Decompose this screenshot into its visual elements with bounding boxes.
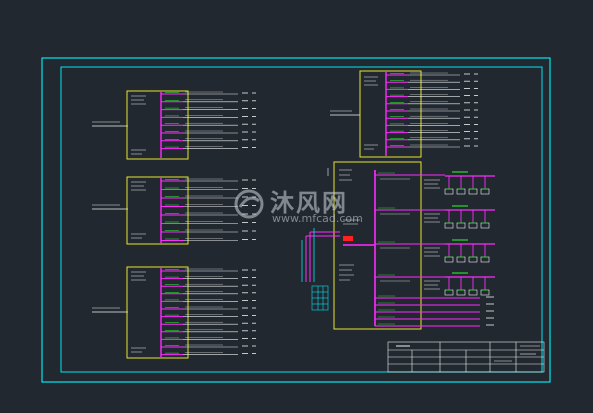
sub-load-box: [480, 188, 490, 195]
sub-load-box: [444, 256, 454, 263]
sub-load-box: [444, 222, 454, 229]
sub-load-box: [480, 256, 490, 263]
watermark: 沐风网 www.mfcad.com: [232, 183, 382, 231]
sub-load-box: [480, 289, 490, 296]
panel-3: [92, 266, 189, 359]
panel-2: [92, 176, 189, 245]
panel-4: [330, 70, 422, 158]
sub-load-box: [456, 256, 466, 263]
watermark-sub: www.mfcad.com: [272, 212, 363, 225]
sub-load-box: [468, 222, 478, 229]
sub-load-box: [456, 289, 466, 296]
sub-load-box: [456, 188, 466, 195]
sub-load-box: [444, 188, 454, 195]
sub-load-box: [480, 222, 490, 229]
sub-load-box: [468, 289, 478, 296]
mfcad-logo-icon: [234, 189, 264, 219]
sub-load-box: [468, 188, 478, 195]
alarm-marker: [343, 236, 353, 241]
sub-load-box: [444, 289, 454, 296]
title-block: [387, 341, 545, 373]
sub-load-box: [468, 256, 478, 263]
sub-load-box: [456, 222, 466, 229]
